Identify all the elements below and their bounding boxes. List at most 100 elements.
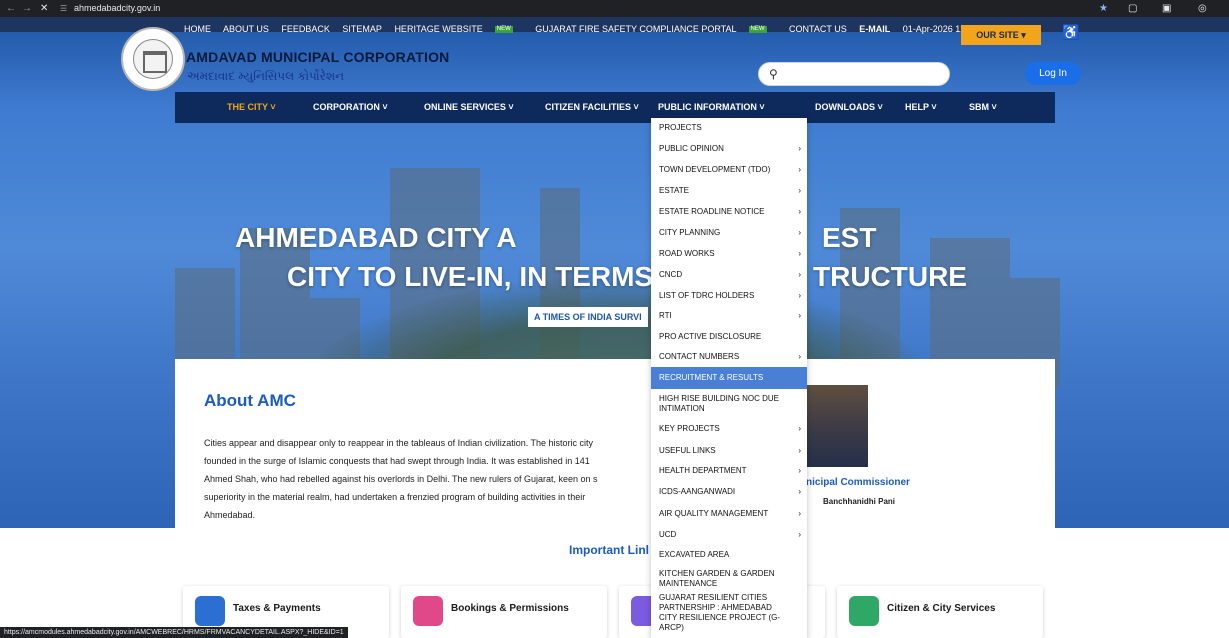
dropdown-item[interactable]: PUBLIC OPINION › xyxy=(651,138,807,159)
card-citizen-city-services[interactable]: Citizen & City Services xyxy=(837,586,1043,638)
extensions-icon[interactable]: ▢ xyxy=(1128,0,1137,17)
mainnav-sbm[interactable]: SBM ˅ xyxy=(969,92,997,123)
hero-line1-text: AHMEDABAD CITY A xyxy=(235,222,517,253)
dropdown-item-label: TOWN DEVELOPMENT (TDO) xyxy=(659,164,771,174)
chevron-right-icon: › xyxy=(798,227,801,237)
dropdown-item[interactable]: KEY PROJECTS › xyxy=(651,418,807,440)
chevron-right-icon: › xyxy=(798,466,801,475)
dropdown-item[interactable]: EXCAVATED AREA xyxy=(651,545,807,565)
dropdown-item-label: AIR QUALITY MANAGEMENT xyxy=(659,508,769,518)
mainnav-label: DOWNLOADS xyxy=(815,102,875,112)
mainnav-label: PUBLIC INFORMATION xyxy=(658,102,757,112)
chevron-right-icon: › xyxy=(798,269,801,279)
hero-line2-end: TRUCTURE xyxy=(813,261,967,292)
dropdown-item[interactable]: USEFUL LINKS › xyxy=(651,440,807,461)
dropdown-item[interactable]: HIGH RISE BUILDING NOC DUE INTIMATION xyxy=(651,389,807,418)
chevron-right-icon: › xyxy=(798,311,801,320)
dropdown-item[interactable]: AIR QUALITY MANAGEMENT › xyxy=(651,503,807,524)
main-nav: THE CITY ˅ CORPORATION ˅ ONLINE SERVICES… xyxy=(175,92,1055,123)
nav-contact-us[interactable]: CONTACT US xyxy=(789,24,847,34)
dropdown-item-label: RTI xyxy=(659,311,672,320)
about-section: About AMC Cities appear and disappear on… xyxy=(175,359,1055,529)
dropdown-item-label: CONTACT NUMBERS xyxy=(659,352,740,361)
chevron-right-icon: › xyxy=(798,290,801,300)
status-bar-url: https://amcmodules.ahmedabadcity.gov.in/… xyxy=(0,627,348,638)
our-site-dropdown[interactable]: OUR SITE ▾ xyxy=(961,25,1041,45)
mainnav-label: HELP xyxy=(905,102,929,112)
chevron-right-icon: › xyxy=(798,185,801,195)
dropdown-item-label: KITCHEN GARDEN & GARDEN MAINTENANCE xyxy=(659,568,775,588)
dropdown-item-label: HEALTH DEPARTMENT xyxy=(659,466,747,475)
nav-sitemap[interactable]: SITEMAP xyxy=(342,24,382,34)
dropdown-item-label: ESTATE xyxy=(659,185,689,195)
dropdown-item[interactable]: ICDS-AANGANWADI › xyxy=(651,481,807,503)
dropdown-item[interactable]: RECRUITMENT & RESULTS xyxy=(651,367,807,389)
search-input[interactable]: ⚲ xyxy=(758,62,950,86)
mainnav-online-services[interactable]: ONLINE SERVICES ˅ xyxy=(424,92,514,123)
dropdown-item[interactable]: CONTACT NUMBERS › xyxy=(651,347,807,367)
dropdown-item[interactable]: HEALTH DEPARTMENT › xyxy=(651,461,807,481)
org-name-gujarati: અમદાવાદ મ્યુનિસિપલ કોર્પોરેશન xyxy=(187,69,345,83)
nav-feedback[interactable]: FEEDBACK xyxy=(281,24,330,34)
citizen-services-icon xyxy=(849,596,879,626)
nav-email[interactable]: E-MAIL xyxy=(859,24,890,34)
chevron-right-icon: › xyxy=(798,352,801,361)
address-bar[interactable]: ahmedabadcity.gov.in xyxy=(74,2,1084,15)
login-button[interactable]: Log In xyxy=(1025,62,1081,85)
hero-line1-end: EST xyxy=(822,222,877,253)
dropdown-item[interactable]: RTI › xyxy=(651,306,807,326)
dropdown-item-label: CITY PLANNING xyxy=(659,227,721,237)
dropdown-item-label: RECRUITMENT & RESULTS xyxy=(659,373,764,382)
forward-icon[interactable]: → xyxy=(22,0,32,17)
close-icon[interactable]: ✕ xyxy=(40,0,48,17)
about-line: founded in the surge of Islamic conquest… xyxy=(204,456,590,466)
dropdown-item[interactable]: KITCHEN GARDEN & GARDEN MAINTENANCE xyxy=(651,565,807,592)
mainnav-label: CORPORATION xyxy=(313,102,380,112)
org-name: AMDAVAD MUNICIPAL CORPORATION xyxy=(186,49,450,65)
dropdown-item-label: PROJECTS xyxy=(659,123,702,132)
back-icon[interactable]: ← xyxy=(6,0,16,17)
commissioner-photo xyxy=(804,385,868,467)
amc-logo[interactable] xyxy=(121,27,185,91)
new-badge: NEW xyxy=(494,26,513,34)
dropdown-item-label: ICDS-AANGANWADI xyxy=(659,487,736,496)
dropdown-item-label: GUJARAT RESILIENT CITIES PARTNERSHIP : A… xyxy=(659,593,781,632)
card-bookings-permissions[interactable]: Bookings & Permissions xyxy=(401,586,607,638)
dropdown-item[interactable]: LIST OF TDRC HOLDERS › xyxy=(651,285,807,306)
dropdown-item[interactable]: CNCD › xyxy=(651,264,807,285)
dropdown-item[interactable]: ESTATE ROADLINE NOTICE › xyxy=(651,201,807,222)
chevron-right-icon: › xyxy=(798,508,801,518)
about-text: Cities appear and disappear only to reap… xyxy=(204,434,664,524)
nav-heritage-website[interactable]: HERITAGE WEBSITE NEW xyxy=(394,24,522,34)
dropdown-item[interactable]: GUJARAT RESILIENT CITIES PARTNERSHIP : A… xyxy=(651,592,807,634)
dropdown-item[interactable]: PRO ACTIVE DISCLOSURE xyxy=(651,326,807,347)
dropdown-item[interactable]: UCD › xyxy=(651,524,807,545)
nav-about-us[interactable]: ABOUT US xyxy=(223,24,269,34)
mainnav-the-city[interactable]: THE CITY ˅ xyxy=(227,92,276,123)
dropdown-item[interactable]: ESTATE › xyxy=(651,180,807,201)
profile-icon[interactable]: ◎ xyxy=(1198,0,1207,17)
dropdown-item-label: PRO ACTIVE DISCLOSURE xyxy=(659,331,762,341)
nav-fire-safety-portal[interactable]: GUJARAT FIRE SAFETY COMPLIANCE PORTAL NEW xyxy=(535,24,776,34)
mainnav-corporation[interactable]: CORPORATION ˅ xyxy=(313,92,388,123)
nav-home[interactable]: HOME xyxy=(184,24,211,34)
about-line: superiority in the material realm, had u… xyxy=(204,492,586,502)
hero-line2-text: CITY TO LIVE-IN, IN TERMS xyxy=(287,261,654,292)
dropdown-item[interactable]: ROAD WORKS › xyxy=(651,243,807,264)
survey-badge: A TIMES OF INDIA SURVI xyxy=(528,307,648,327)
site-info-icon[interactable]: ☰ xyxy=(60,0,67,17)
dropdown-item[interactable]: CITY PLANNING › xyxy=(651,222,807,243)
dropdown-item[interactable]: TOWN DEVELOPMENT (TDO) › xyxy=(651,159,807,180)
mainnav-citizen-facilities[interactable]: CITIZEN FACILITIES ˅ xyxy=(545,92,639,123)
tab-search-icon[interactable]: ▣ xyxy=(1162,0,1171,17)
bookmark-star-icon[interactable]: ★ xyxy=(1099,0,1108,17)
mainnav-help[interactable]: HELP ˅ xyxy=(905,92,937,123)
dropdown-item-label: ESTATE ROADLINE NOTICE xyxy=(659,206,765,216)
dropdown-item[interactable]: PROJECTS xyxy=(651,118,807,138)
important-links-heading: Important Linl xyxy=(569,543,649,557)
chevron-right-icon: › xyxy=(798,529,801,539)
dropdown-item-label: PUBLIC OPINION xyxy=(659,143,724,153)
mainnav-downloads[interactable]: DOWNLOADS ˅ xyxy=(815,92,883,123)
accessibility-icon[interactable]: ♿ xyxy=(1062,24,1079,41)
commissioner-title: nicipal Commissioner xyxy=(806,477,910,488)
